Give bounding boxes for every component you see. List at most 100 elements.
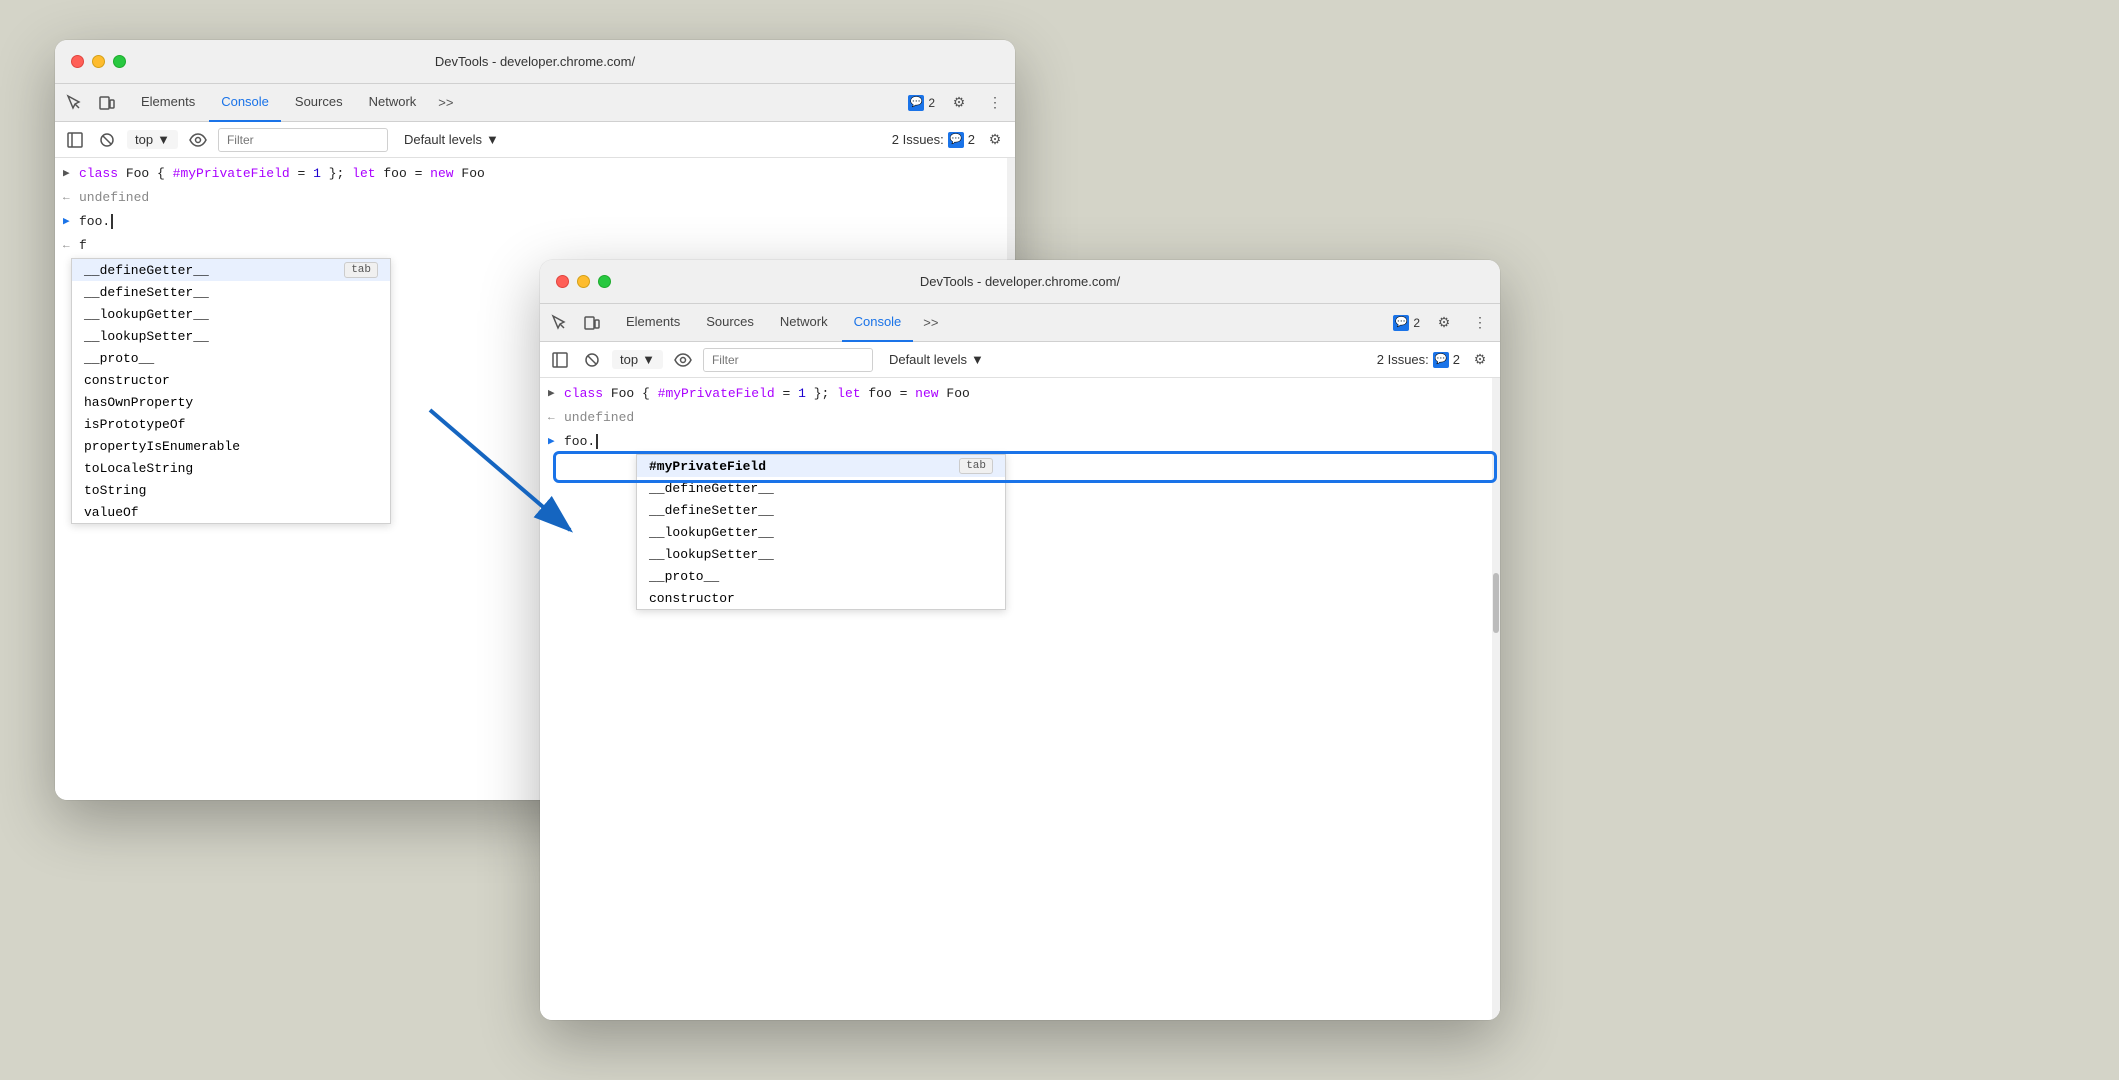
tab-network-front[interactable]: Network [768,304,840,342]
default-levels-back[interactable]: Default levels ▼ [396,130,507,149]
tab-elements-back[interactable]: Elements [129,84,207,122]
autocomplete-front[interactable]: #myPrivateField tab __defineGetter__ __d… [636,454,1006,610]
minimize-button-back[interactable] [92,55,105,68]
autocomplete-item-4-back[interactable]: __proto__ [72,347,390,369]
autocomplete-label-9-back: toLocaleString [84,461,193,476]
device-icon[interactable] [95,91,119,115]
autocomplete-item-11-back[interactable]: valueOf [72,501,390,523]
autocomplete-item-7-back[interactable]: isPrototypeOf [72,413,390,435]
more-icon-back[interactable]: ⋮ [983,91,1007,115]
tab-network-back[interactable]: Network [357,84,429,122]
autocomplete-label-2-back: __lookupGetter__ [84,307,209,322]
tab-more-back[interactable]: >> [430,89,461,116]
autocomplete-label-5-back: constructor [84,373,170,388]
scrollbar-front[interactable] [1492,378,1500,1020]
title-bar-back: DevTools - developer.chrome.com/ [55,40,1015,84]
context-selector-back[interactable]: top ▼ [127,130,178,149]
autocomplete-item-5-back[interactable]: constructor [72,369,390,391]
default-levels-front[interactable]: Default levels ▼ [881,350,992,369]
title-bar-front: DevTools - developer.chrome.com/ [540,260,1500,304]
window-title-front: DevTools - developer.chrome.com/ [920,274,1120,289]
autocomplete-label-6-back: hasOwnProperty [84,395,193,410]
tab-more-front[interactable]: >> [915,309,946,336]
more-icon-front[interactable]: ⋮ [1468,311,1492,335]
sidebar-toggle-back[interactable] [63,128,87,152]
inspect-icon[interactable] [63,91,87,115]
console-line-3-front[interactable]: ▶ foo. [540,430,1500,454]
scrollbar-thumb-front[interactable] [1493,573,1499,633]
autocomplete-item-0-front[interactable]: #myPrivateField tab [637,455,1005,477]
filter-input-front[interactable] [703,348,873,372]
autocomplete-item-2-front[interactable]: __defineSetter__ [637,499,1005,521]
issues-toolbar-badge-front[interactable]: 2 Issues: 💬 2 [1377,352,1460,368]
autocomplete-label-8-back: propertyIsEnumerable [84,439,240,454]
issues-toolbar-icon-front: 💬 [1433,352,1449,368]
expand-arrow-1-back[interactable]: ▶ [63,164,75,184]
settings-icon-front[interactable]: ⚙ [1432,311,1456,335]
autocomplete-label-6-front: constructor [649,591,735,606]
context-selector-front[interactable]: top ▼ [612,350,663,369]
tab-sources-back[interactable]: Sources [283,84,355,122]
code-line-1-back: class Foo { #myPrivateField = 1 }; let f… [79,164,485,184]
traffic-lights-back [71,55,126,68]
console-content-front[interactable]: ▶ class Foo { #myPrivateField = 1 }; let… [540,378,1500,1020]
tab-console-back[interactable]: Console [209,84,281,122]
expand-arrow-1-front[interactable]: ▶ [548,384,560,404]
autocomplete-item-5-front[interactable]: __proto__ [637,565,1005,587]
autocomplete-label-3-front: __lookupGetter__ [649,525,774,540]
autocomplete-item-9-back[interactable]: toLocaleString [72,457,390,479]
autocomplete-item-2-back[interactable]: __lookupGetter__ [72,303,390,325]
filter-input-back[interactable] [218,128,388,152]
issues-toolbar-badge-back[interactable]: 2 Issues: 💬 2 [892,132,975,148]
issues-badge-front[interactable]: 💬 2 [1393,315,1420,331]
clear-console-front[interactable] [580,348,604,372]
autocomplete-label-7-back: isPrototypeOf [84,417,185,432]
console-settings-front[interactable]: ⚙ [1468,348,1492,372]
tab-elements-front[interactable]: Elements [614,304,692,342]
clear-console-back[interactable] [95,128,119,152]
tab-icons-front [548,311,604,335]
foo-input-front[interactable]: foo. [564,432,606,452]
tab-console-front[interactable]: Console [842,304,914,342]
autocomplete-label-5-front: __proto__ [649,569,719,584]
autocomplete-item-1-back[interactable]: __defineSetter__ [72,281,390,303]
autocomplete-item-6-front[interactable]: constructor [637,587,1005,609]
autocomplete-item-8-back[interactable]: propertyIsEnumerable [72,435,390,457]
undefined-1-back: undefined [79,188,149,208]
tabs-bar-back: Elements Console Sources Network >> 💬 2 … [55,84,1015,122]
autocomplete-label-1-front: __defineGetter__ [649,481,774,496]
settings-icon-back[interactable]: ⚙ [947,91,971,115]
foo-input-back[interactable]: foo. [79,212,121,232]
maximize-button-back[interactable] [113,55,126,68]
close-button-front[interactable] [556,275,569,288]
minimize-button-front[interactable] [577,275,590,288]
inspect-icon-front[interactable] [548,311,572,335]
eye-icon-back[interactable] [186,128,210,152]
sidebar-toggle-front[interactable] [548,348,572,372]
console-line-3-back[interactable]: ▶ foo. [55,210,1015,234]
autocomplete-item-6-back[interactable]: hasOwnProperty [72,391,390,413]
tab-icons-back [63,91,119,115]
autocomplete-item-4-front[interactable]: __lookupSetter__ [637,543,1005,565]
tab-sources-front[interactable]: Sources [694,304,766,342]
arrow-left-1-back: ← [63,188,75,208]
autocomplete-item-0-back[interactable]: __defineGetter__ tab [72,259,390,281]
expand-arrow-3-back: ▶ [63,212,75,232]
console-settings-back[interactable]: ⚙ [983,128,1007,152]
autocomplete-item-10-back[interactable]: toString [72,479,390,501]
autocomplete-label-0-front: #myPrivateField [649,459,766,474]
tab-right-front: 💬 2 ⚙ ⋮ [1393,311,1492,335]
eye-icon-front[interactable] [671,348,695,372]
console-line-2-front: ← undefined [540,406,1500,430]
autocomplete-item-1-front[interactable]: __defineGetter__ [637,477,1005,499]
console-line-1-front: ▶ class Foo { #myPrivateField = 1 }; let… [540,382,1500,406]
issues-badge-back[interactable]: 💬 2 [908,95,935,111]
autocomplete-item-3-front[interactable]: __lookupGetter__ [637,521,1005,543]
maximize-button-front[interactable] [598,275,611,288]
device-icon-front[interactable] [580,311,604,335]
close-button-back[interactable] [71,55,84,68]
issues-chat-icon-back: 💬 [908,95,924,111]
issues-toolbar-icon-back: 💬 [948,132,964,148]
autocomplete-item-3-back[interactable]: __lookupSetter__ [72,325,390,347]
autocomplete-back[interactable]: __defineGetter__ tab __defineSetter__ __… [71,258,391,524]
